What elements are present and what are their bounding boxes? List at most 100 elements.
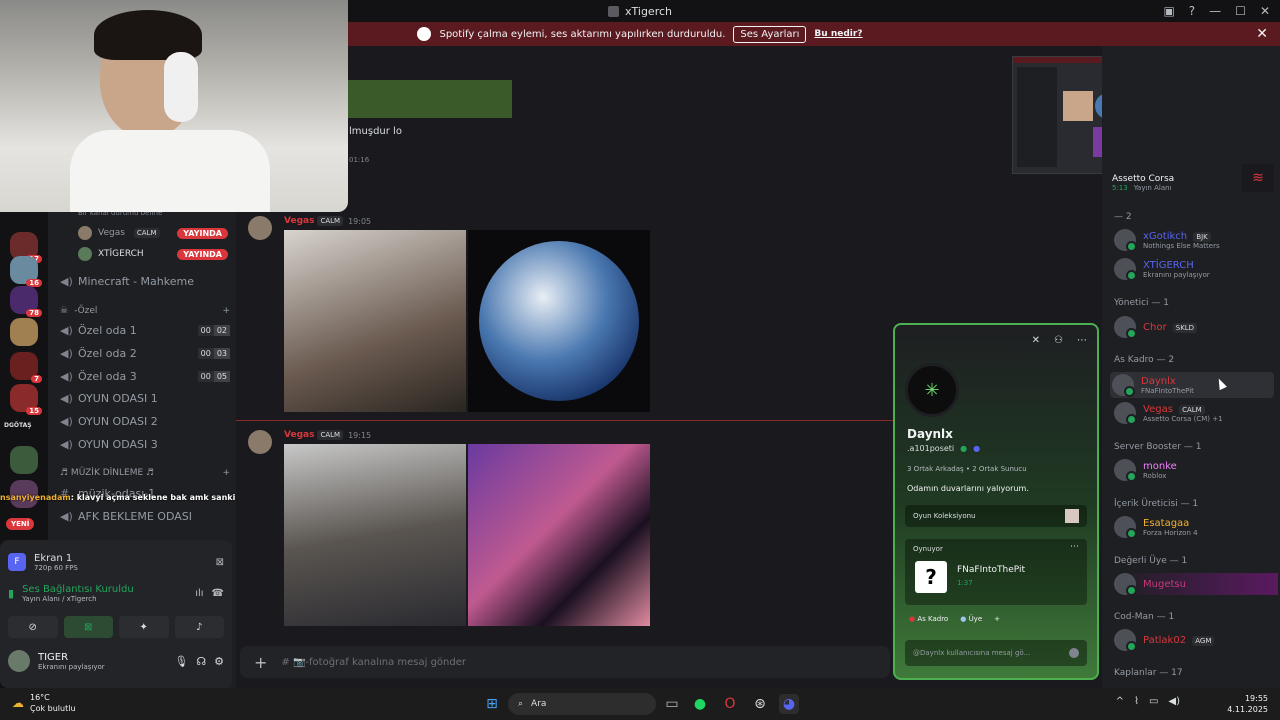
settings-gear-icon[interactable]: ⚙ xyxy=(214,655,224,668)
voice-channel[interactable]: ◀) OYUN ODASI 1 xyxy=(60,392,230,405)
profile-avatar[interactable]: ✳ xyxy=(905,363,959,417)
add-channel-icon[interactable]: + xyxy=(222,468,230,478)
member-item[interactable]: XTİGERCH Ekranını paylaşıyor xyxy=(1114,258,1274,281)
member-item[interactable]: Vegas CALM Assetto Corsa (CM) +1 xyxy=(1114,402,1274,425)
block-icon[interactable]: ✕ xyxy=(1032,335,1040,346)
member-item[interactable]: Esatagaa Forza Horizon 4 xyxy=(1114,516,1274,539)
voice-channel[interactable]: ◀) OYUN ODASI 3 xyxy=(60,438,230,451)
speaker-icon: ◀) xyxy=(60,370,73,383)
message-input[interactable]: # 📷-fotoğraf kanalına mesaj gönder xyxy=(281,657,466,668)
avatar[interactable] xyxy=(8,650,30,672)
more-options-icon[interactable]: ⋯ xyxy=(1070,542,1079,552)
voice-channel[interactable]: ◀) Özel oda 1 00 02 xyxy=(60,324,230,337)
server-icon[interactable]: 15 xyxy=(10,384,42,415)
headphones-icon[interactable]: ☊ xyxy=(196,655,206,668)
user-limit: 00 02 xyxy=(197,325,230,336)
help-icon[interactable]: ? xyxy=(1189,4,1195,18)
add-channel-icon[interactable]: + xyxy=(222,306,230,316)
image-attachment[interactable] xyxy=(468,230,650,412)
server-icon[interactable]: 16 xyxy=(10,256,42,287)
playing-card[interactable]: Oynuyor ⋯ ? FNaFIntoThePit 1:37 xyxy=(905,539,1087,605)
profile-message-input[interactable]: @Daynlx kullanıcısına mesaj gö... xyxy=(905,640,1087,666)
member-item[interactable]: Chor SKLD xyxy=(1114,316,1274,339)
attach-plus-icon[interactable]: + xyxy=(254,653,267,672)
new-badge[interactable]: YENİ xyxy=(6,518,35,530)
member-item[interactable]: xGotikch BJK Nothings Else Matters xyxy=(1114,229,1274,252)
maximize-button[interactable]: ☐ xyxy=(1235,4,1246,18)
role-chip[interactable]: ● As Kadro xyxy=(909,615,948,623)
game-icon: ? xyxy=(915,561,947,593)
inbox-icon[interactable]: ▣ xyxy=(1163,4,1174,18)
voice-channel[interactable]: ◀) OYUN ODASI 2 xyxy=(60,415,230,428)
task-view-icon[interactable]: ▭ xyxy=(662,694,682,714)
mutual-info[interactable]: 3 Ortak Arkadaş • 2 Ortak Sunucu xyxy=(907,465,1027,473)
message-author[interactable]: Vegas xyxy=(284,216,314,226)
discord-icon[interactable]: ◕ xyxy=(779,694,799,714)
server-text-label[interactable]: DGÖTAŞ xyxy=(4,422,32,429)
audio-settings-button[interactable]: Ses Ayarları xyxy=(733,25,807,43)
microphone-icon[interactable]: 🎙 xyxy=(174,655,188,668)
image-attachment[interactable] xyxy=(468,444,650,626)
image-attachment[interactable] xyxy=(284,444,466,626)
server-icon[interactable] xyxy=(10,446,38,474)
image-attachment-partial[interactable] xyxy=(348,80,512,118)
stop-stream-icon[interactable]: ⊠ xyxy=(216,557,224,568)
spotify-icon[interactable]: ● xyxy=(690,694,710,714)
member-item-selected[interactable]: Daynlx FNaFIntoThePit xyxy=(1110,372,1274,398)
emoji-icon[interactable] xyxy=(1069,648,1079,658)
clock[interactable]: 19:55 4.11.2025 xyxy=(1227,693,1268,715)
live-badge: YAYINDA xyxy=(177,248,228,260)
voice-channel[interactable]: ◀) AFK BEKLEME ODASI xyxy=(60,510,230,523)
image-attachment[interactable] xyxy=(284,230,466,412)
display-icon[interactable]: ▭ xyxy=(1149,696,1158,707)
add-friend-icon[interactable]: ⚇ xyxy=(1054,335,1063,346)
stream-panel[interactable]: F Ekran 1 720p 60 FPS ⊠ xyxy=(8,546,224,578)
screen-share-button[interactable]: ⊠ xyxy=(63,616,113,638)
network-icon[interactable]: ⌇ xyxy=(1134,696,1139,707)
chevron-up-icon[interactable]: ^ xyxy=(1116,696,1124,707)
category-private[interactable]: ☠ -Özel + xyxy=(60,306,230,316)
start-icon[interactable]: ⊞ xyxy=(482,694,502,714)
voice-channel[interactable]: ◀) Özel oda 2 00 03 xyxy=(60,347,230,360)
member-item[interactable]: Mugetsu xyxy=(1114,573,1278,596)
steam-icon[interactable]: ⊛ xyxy=(750,694,770,714)
soundboard-button[interactable]: ♪ xyxy=(174,616,224,638)
what-is-this-link[interactable]: Bu nedir? xyxy=(814,29,862,39)
member-item[interactable]: monke Roblox xyxy=(1114,459,1274,482)
minimize-button[interactable]: — xyxy=(1209,4,1221,18)
speaker-icon: ◀) xyxy=(60,392,73,405)
more-options-icon[interactable]: ⋯ xyxy=(1077,335,1087,346)
member-group-header: Kaplanlar — 17 xyxy=(1114,668,1183,678)
volume-icon[interactable]: ◀) xyxy=(1168,696,1180,707)
server-icon[interactable]: 7 xyxy=(10,352,42,383)
avatar[interactable] xyxy=(248,430,272,454)
close-notice-icon[interactable]: ✕ xyxy=(1256,26,1268,42)
server-icon[interactable]: 78 xyxy=(10,286,42,317)
taskbar-search[interactable]: ⌕ Ara xyxy=(508,693,656,715)
message-author[interactable]: Vegas xyxy=(284,430,314,440)
stream-quality: 720p 60 FPS xyxy=(34,563,78,572)
user-tag: CALM xyxy=(317,430,344,440)
activities-button[interactable]: ✦ xyxy=(119,616,169,638)
message-composer[interactable]: + # 📷-fotoğraf kanalına mesaj gönder xyxy=(240,646,890,678)
add-role-icon[interactable]: + xyxy=(994,615,1000,623)
voice-channel[interactable]: ◀) Minecraft - Mahkeme xyxy=(60,275,230,288)
weather-widget[interactable]: ☁ 16°C Çok bulutlu xyxy=(12,692,76,714)
camera-off-button[interactable]: ⊘ xyxy=(8,616,58,638)
close-window-button[interactable]: ✕ xyxy=(1260,4,1270,18)
user-tag: CALM xyxy=(1179,404,1205,415)
opera-icon[interactable]: O xyxy=(720,694,740,714)
disconnect-icon[interactable]: ☎ xyxy=(212,588,224,599)
voice-activity-icon[interactable]: ılı xyxy=(195,588,203,599)
role-chip[interactable]: ● Üye xyxy=(960,615,982,623)
server-icon[interactable] xyxy=(10,318,38,346)
voice-user[interactable]: XTİGERCH YAYINDA xyxy=(78,247,228,261)
game-collection-row[interactable]: Oyun Koleksiyonu xyxy=(905,505,1087,527)
voice-user[interactable]: Vegas CALM YAYINDA xyxy=(78,226,228,240)
voice-status[interactable]: Ses Bağlantısı Kuruldu xyxy=(22,584,134,595)
voice-channel[interactable]: ◀) Özel oda 3 00 05 xyxy=(60,370,230,383)
avatar[interactable] xyxy=(248,216,272,240)
member-item[interactable]: Patlak02 AGM xyxy=(1114,629,1274,652)
category-music[interactable]: ♬ MÜZİK DİNLEME ♬ + xyxy=(60,468,230,478)
speaker-icon: ◀) xyxy=(60,324,73,337)
